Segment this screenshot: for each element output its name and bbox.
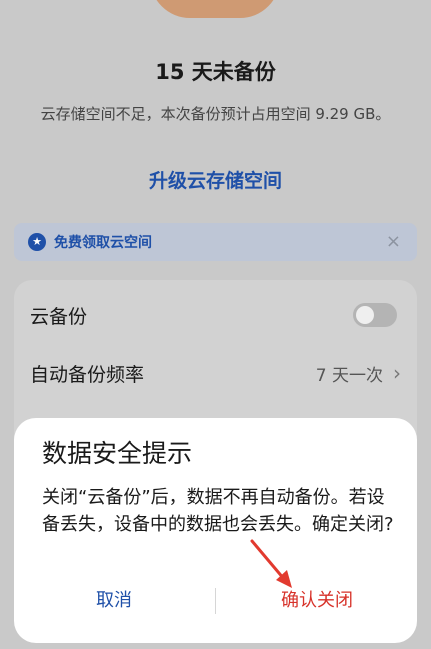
annotation-arrow-icon [250,539,292,588]
